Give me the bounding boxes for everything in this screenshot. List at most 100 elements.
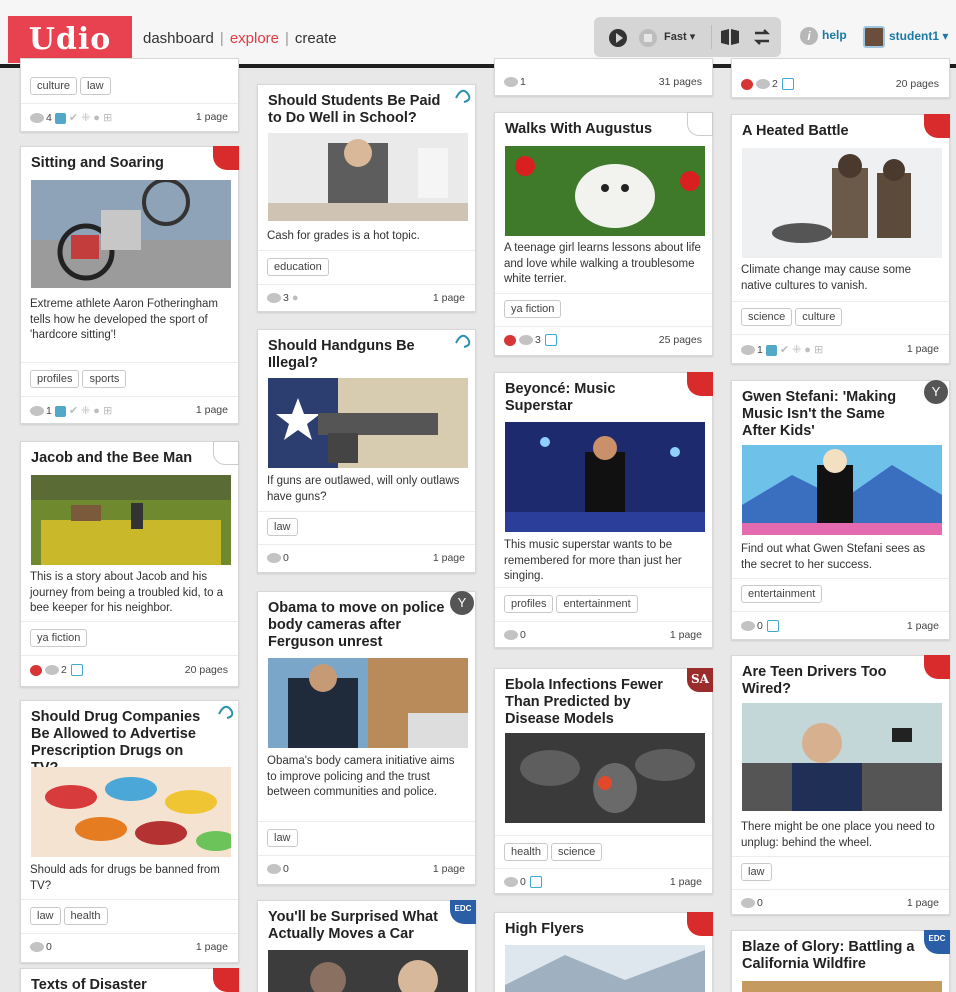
assign-checkbox[interactable] xyxy=(544,334,557,347)
card-beyonce[interactable]: Beyoncé: Music Superstar This music supe… xyxy=(494,372,713,648)
tag-list: ya fiction xyxy=(504,299,702,318)
udio-logo[interactable]: Udio xyxy=(8,16,132,63)
card-title[interactable]: Obama to move on police body cameras aft… xyxy=(268,600,445,651)
tag[interactable]: entertainment xyxy=(741,585,823,603)
card-title[interactable]: High Flyers xyxy=(505,921,682,938)
book-badge-icon xyxy=(687,372,713,396)
card-title[interactable]: Texts of Disaster xyxy=(31,977,208,992)
speed-select[interactable]: Fast ▾ xyxy=(664,30,695,43)
card-title[interactable]: Blaze of Glory: Battling a California Wi… xyxy=(742,939,919,973)
tag[interactable]: culture xyxy=(795,308,843,326)
assign-checkbox[interactable] xyxy=(766,620,779,633)
card-title[interactable]: Walks With Augustus xyxy=(505,121,682,138)
card-title[interactable]: Jacob and the Bee Man xyxy=(31,450,208,467)
assign-checkbox[interactable] xyxy=(781,78,794,91)
card-blaze-of-glory[interactable]: EDC Blaze of Glory: Battling a Californi… xyxy=(731,930,950,992)
tag[interactable]: ya fiction xyxy=(30,629,88,647)
apple-icon xyxy=(504,334,516,346)
card-heated-battle[interactable]: A Heated Battle Climate change may cause… xyxy=(731,114,950,364)
help-link[interactable]: i help xyxy=(800,27,847,45)
card-culture-law[interactable]: culture law 4 ✔ ⁜ ● ⊞ 1 page xyxy=(20,58,239,132)
assign-checkbox[interactable] xyxy=(529,876,542,889)
card-moves-a-car[interactable]: EDC You'll be Surprised What Actually Mo… xyxy=(257,900,476,992)
card-sitting-and-soaring[interactable]: Sitting and Soaring Extreme athlete Aaro… xyxy=(20,146,239,424)
assign-icon[interactable] xyxy=(54,112,66,124)
tag-list: culture law xyxy=(30,76,228,95)
tag[interactable]: entertainment xyxy=(556,595,638,613)
tag-list: law xyxy=(267,517,465,536)
card-handguns[interactable]: Should Handguns Be Illegal? If guns are … xyxy=(257,329,476,573)
card-image xyxy=(31,767,231,857)
tag[interactable]: science xyxy=(550,843,603,861)
card-jacob-and-the-bee-man[interactable]: Jacob and the Bee Man This is a story ab… xyxy=(20,441,239,687)
card-title[interactable]: Sitting and Soaring xyxy=(31,155,208,172)
card-title[interactable]: Should Students Be Paid to Do Well in Sc… xyxy=(268,93,445,127)
play-icon[interactable] xyxy=(608,28,628,48)
tag[interactable]: health xyxy=(504,843,548,861)
card-high-flyers[interactable]: High Flyers xyxy=(494,912,713,992)
comment-count: 1 xyxy=(757,344,763,356)
page-count: 1 page xyxy=(195,111,228,123)
share-icon: ⁜ xyxy=(81,112,91,124)
page-count: 1 page xyxy=(195,941,228,953)
card-image xyxy=(505,146,705,236)
card-texts-of-disaster[interactable]: Texts of Disaster xyxy=(20,968,239,992)
tag[interactable]: profiles xyxy=(504,595,554,613)
tag[interactable]: sports xyxy=(82,370,127,388)
tag[interactable]: education xyxy=(267,258,329,276)
nav-dashboard[interactable]: dashboard xyxy=(143,30,214,47)
tag[interactable]: ya fiction xyxy=(504,300,562,318)
nav-explore[interactable]: explore xyxy=(230,30,279,47)
card-footer: 3 25 pages xyxy=(504,334,702,347)
user-menu[interactable]: student1 ▾ xyxy=(863,26,948,48)
stop-icon[interactable] xyxy=(638,28,658,48)
card-gwen-stefani[interactable]: Y Gwen Stefani: 'Making Music Isn't the … xyxy=(731,380,950,640)
tag[interactable]: science xyxy=(741,308,793,326)
card-image xyxy=(31,180,231,288)
swap-icon[interactable] xyxy=(752,28,772,46)
tag[interactable]: law xyxy=(267,829,298,847)
card-title[interactable]: You'll be Surprised What Actually Moves … xyxy=(268,909,445,943)
card-description: A teenage girl learns lessons about life… xyxy=(504,242,701,285)
card-walks-with-augustus[interactable]: Walks With Augustus A teenage girl learn… xyxy=(494,112,713,356)
card-top-20-pages[interactable]: 2 20 pages xyxy=(731,58,950,98)
card-teen-drivers[interactable]: Are Teen Drivers Too Wired? There might … xyxy=(731,655,950,915)
card-students-paid[interactable]: Should Students Be Paid to Do Well in Sc… xyxy=(257,84,476,312)
nav-create[interactable]: create xyxy=(295,30,337,47)
book-icon[interactable] xyxy=(720,28,740,46)
card-title[interactable]: Ebola Infections Fewer Than Predicted by… xyxy=(505,677,682,728)
tag[interactable]: law xyxy=(30,907,61,925)
tag[interactable]: culture xyxy=(30,77,78,95)
comment-icon xyxy=(741,898,755,909)
tag[interactable]: law xyxy=(741,863,772,881)
tag[interactable]: health xyxy=(63,907,108,925)
assign-checkbox[interactable] xyxy=(70,664,83,677)
tag-list: law xyxy=(741,862,939,881)
card-obama-body-cameras[interactable]: Y Obama to move on police body cameras a… xyxy=(257,591,476,885)
tag[interactable]: profiles xyxy=(30,370,80,388)
tag[interactable]: law xyxy=(267,518,298,536)
tag-list: profiles sports xyxy=(30,369,228,388)
card-title[interactable]: Beyoncé: Music Superstar xyxy=(505,381,682,415)
card-title[interactable]: Gwen Stefani: 'Making Music Isn't the Sa… xyxy=(742,389,919,440)
card-description: If guns are outlawed, will only outlaws … xyxy=(267,475,460,503)
card-title[interactable]: Are Teen Drivers Too Wired? xyxy=(742,664,919,698)
page-count: 1 page xyxy=(669,876,702,888)
tag[interactable]: law xyxy=(80,77,111,95)
card-title[interactable]: Should Handguns Be Illegal? xyxy=(268,338,445,372)
tag-list: ya fiction xyxy=(30,628,228,647)
card-description: Cash for grades is a hot topic. xyxy=(267,230,420,242)
card-image xyxy=(505,945,705,992)
assign-icon[interactable] xyxy=(54,405,66,417)
card-footer: 4 ✔ ⁜ ● ⊞ 1 page xyxy=(30,111,228,124)
comment-count: 0 xyxy=(46,941,52,953)
card-footer: 1 ✔ ⁜ ● ⊞ 1 page xyxy=(741,343,939,356)
book-badge-icon xyxy=(924,114,950,138)
page-count: 25 pages xyxy=(658,334,702,346)
card-title[interactable]: A Heated Battle xyxy=(742,123,919,140)
assign-icon[interactable] xyxy=(765,344,777,356)
card-top-31-pages[interactable]: 1 31 pages xyxy=(494,58,713,96)
card-ebola[interactable]: SA Ebola Infections Fewer Than Predicted… xyxy=(494,668,713,894)
comment-icon xyxy=(45,665,59,676)
card-drug-ads[interactable]: Should Drug Companies Be Allowed to Adve… xyxy=(20,700,239,963)
